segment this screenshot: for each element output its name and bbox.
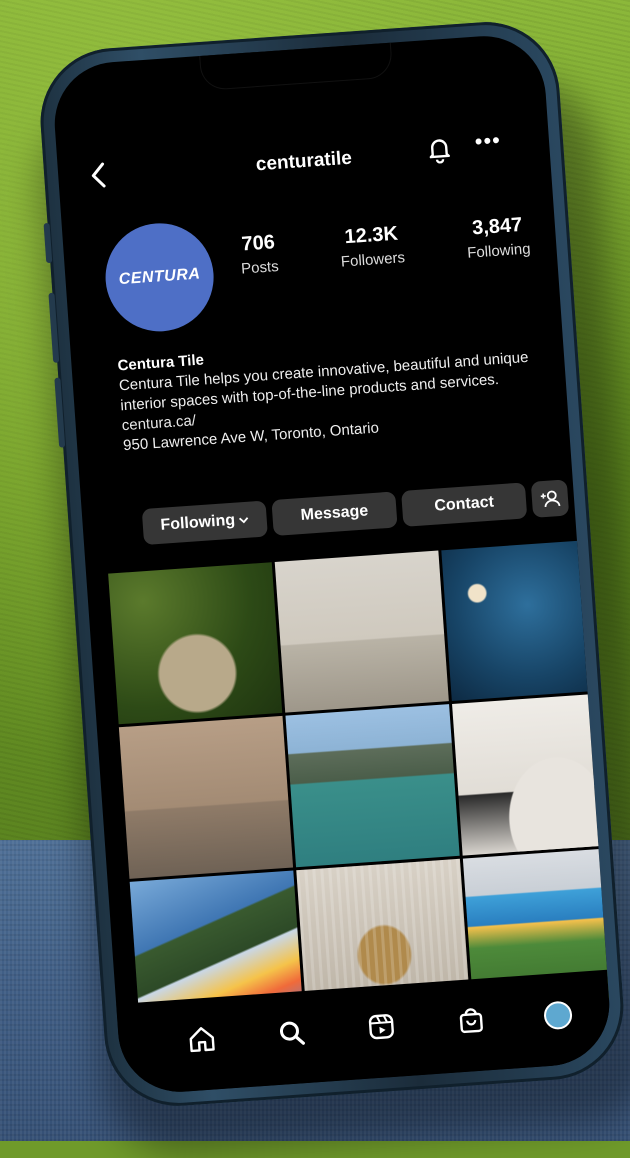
profile-actions: Following Message Contact: [141, 479, 570, 549]
message-label: Message: [300, 502, 369, 525]
stat-following[interactable]: 3,847 Following: [465, 213, 532, 262]
following-label: Following: [159, 511, 236, 534]
chevron-down-icon: [239, 517, 249, 524]
shop-icon[interactable]: [455, 1004, 491, 1040]
bell-icon[interactable]: [426, 135, 452, 165]
avatar[interactable]: CENTURA: [101, 219, 218, 335]
avatar-logo-text: CENTURA: [118, 265, 201, 289]
add-person-icon[interactable]: [530, 479, 570, 518]
post-thumbnail[interactable]: [452, 692, 614, 856]
stat-label: Followers: [340, 249, 406, 271]
stat-label: Posts: [240, 258, 280, 278]
stat-value: 12.3K: [343, 222, 399, 249]
more-horizontal-icon[interactable]: •••: [474, 127, 502, 155]
stat-label: Following: [466, 240, 532, 262]
profile-stats: 706 Posts 12.3K Followers 3,847 Followin…: [239, 213, 532, 278]
post-thumbnail[interactable]: [441, 538, 614, 702]
home-icon[interactable]: [186, 1023, 222, 1059]
following-button[interactable]: Following: [141, 500, 268, 546]
post-grid: [108, 538, 614, 1033]
phone-device: centuratile ••• CENTURA 706 Posts 12.3K …: [35, 17, 629, 1111]
stat-value: 706: [240, 231, 276, 256]
profile-bio: Centura Tile Centura Tile helps you crea…: [117, 327, 543, 456]
profile-avatar[interactable]: [543, 1000, 573, 1031]
post-thumbnail[interactable]: [108, 562, 283, 725]
profile-header: centuratile •••: [57, 124, 551, 202]
post-thumbnail[interactable]: [285, 704, 460, 867]
reels-icon[interactable]: [365, 1010, 401, 1046]
contact-button[interactable]: Contact: [401, 482, 528, 527]
stat-value: 3,847: [471, 213, 523, 240]
stat-followers[interactable]: 12.3K Followers: [338, 222, 406, 271]
message-button[interactable]: Message: [271, 491, 398, 536]
contact-label: Contact: [433, 493, 495, 515]
stat-posts[interactable]: 706 Posts: [239, 231, 280, 278]
phone-screen: centuratile ••• CENTURA 706 Posts 12.3K …: [50, 32, 614, 1096]
post-thumbnail[interactable]: [118, 716, 294, 879]
notch: [200, 42, 393, 90]
post-thumbnail[interactable]: [274, 550, 449, 713]
search-icon[interactable]: [276, 1017, 312, 1053]
